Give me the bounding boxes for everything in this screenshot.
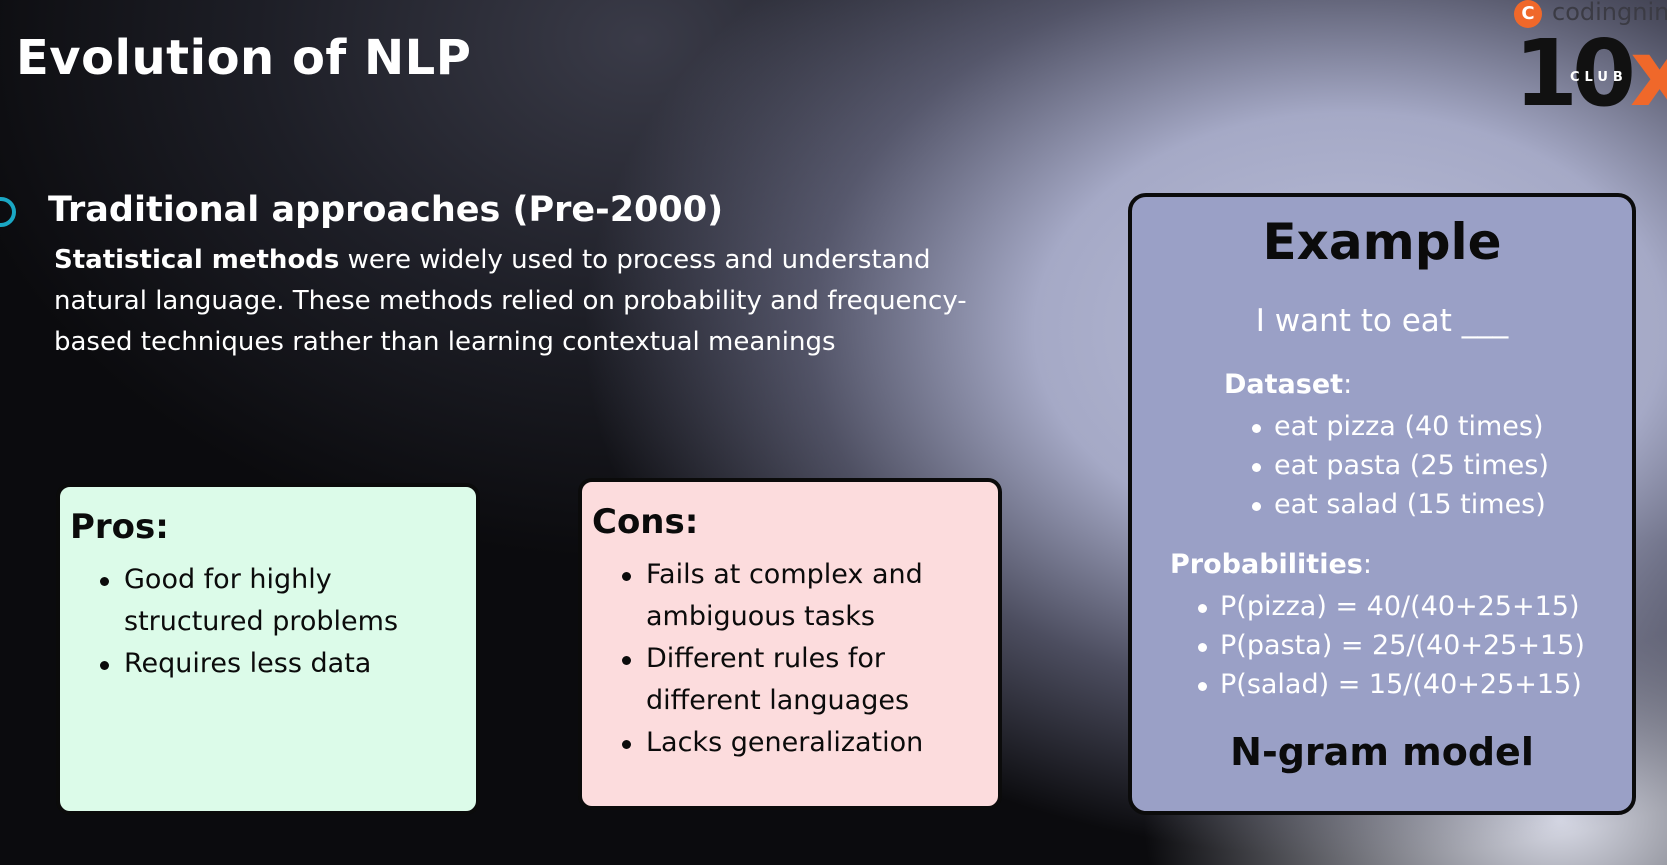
- brand-x: x: [1630, 20, 1667, 127]
- list-item: Good for highly structured problems: [96, 559, 462, 643]
- example-box: Example I want to eat ___ Dataset: eat p…: [1128, 193, 1636, 815]
- list-item: Lacks generalization: [618, 722, 984, 764]
- probabilities-label: Probabilities:: [1170, 549, 1372, 580]
- list-item: P(pasta) = 25/(40+25+15): [1196, 626, 1585, 665]
- slide-title: Evolution of NLP: [16, 30, 472, 86]
- list-item: eat salad (15 times): [1250, 485, 1549, 524]
- list-item: eat pasta (25 times): [1250, 446, 1549, 485]
- list-item: P(salad) = 15/(40+25+15): [1196, 665, 1585, 704]
- list-item: Different rules for different languages: [618, 638, 984, 722]
- section-heading: Traditional approaches (Pre-2000): [48, 190, 724, 230]
- probabilities-list: P(pizza) = 40/(40+25+15) P(pasta) = 25/(…: [1196, 587, 1585, 704]
- example-footer: N-gram model: [1230, 730, 1534, 774]
- section-body: Statistical methods were widely used to …: [54, 240, 1004, 363]
- pros-title: Pros:: [70, 507, 169, 547]
- cons-card: Cons: Fails at complex and ambiguous tas…: [578, 478, 1002, 810]
- cons-list: Fails at complex and ambiguous tasks Dif…: [618, 554, 984, 764]
- section-body-bold: Statistical methods: [54, 245, 340, 275]
- brand-logo: C codingnin 10x CLUB: [1512, 0, 1667, 130]
- example-title: Example: [1262, 213, 1502, 271]
- list-item: eat pizza (40 times): [1250, 407, 1549, 446]
- list-item: Requires less data: [96, 643, 462, 685]
- dataset-list: eat pizza (40 times) eat pasta (25 times…: [1250, 407, 1549, 524]
- pros-card: Pros: Good for highly structured problem…: [56, 483, 480, 815]
- dataset-label: Dataset:: [1224, 369, 1353, 400]
- brand-club: CLUB: [1570, 70, 1628, 85]
- pros-list: Good for highly structured problems Requ…: [96, 559, 462, 685]
- cons-title: Cons:: [592, 502, 699, 542]
- list-item: P(pizza) = 40/(40+25+15): [1196, 587, 1585, 626]
- section-bullet-icon: [0, 197, 16, 227]
- list-item: Fails at complex and ambiguous tasks: [618, 554, 984, 638]
- example-prompt: I want to eat ___: [1255, 303, 1509, 339]
